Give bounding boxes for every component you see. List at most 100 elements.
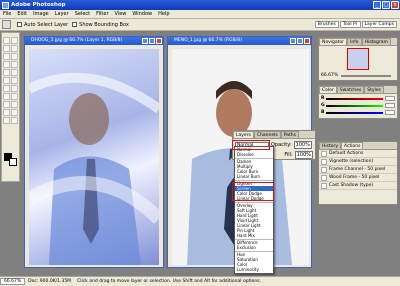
window-title: Adobe Photoshop xyxy=(11,2,66,8)
eyedropper-tool-icon[interactable] xyxy=(11,109,18,116)
color-g-field[interactable] xyxy=(385,103,395,108)
auto-select-checkbox[interactable]: Auto Select Layer xyxy=(17,22,68,28)
menu-view[interactable]: View xyxy=(112,11,130,17)
close-button[interactable]: × xyxy=(391,1,399,9)
tab-swatches[interactable]: Swatches xyxy=(336,86,365,93)
color-b-label: B xyxy=(321,110,325,115)
color-r-label: R xyxy=(321,96,325,101)
eraser-tool-icon[interactable] xyxy=(3,77,10,84)
navigator-palette: Navigator Info Histogram 66.67% xyxy=(318,37,398,81)
color-r-slider[interactable] xyxy=(326,97,383,100)
lasso-tool-icon[interactable] xyxy=(3,45,10,52)
blend-linear-burn[interactable]: Linear Burn xyxy=(235,174,273,179)
toolbox xyxy=(1,32,20,182)
action-item[interactable]: Cast Shadow (type) xyxy=(319,182,397,190)
doc2-maximize-icon[interactable] xyxy=(297,38,303,44)
status-doc-size[interactable]: Doc: 900.0K/1.35M xyxy=(25,279,74,284)
document-window-1[interactable]: DHOOG_1.jpg @ 66.7% (Layer 1, RGB/8) xyxy=(24,36,164,268)
well-tab-layer-comps[interactable]: Layer Comps xyxy=(361,21,397,28)
doc1-minimize-icon[interactable] xyxy=(142,38,148,44)
move-tool-icon[interactable] xyxy=(11,37,18,44)
action-item[interactable]: Frame Channel - 50 pixel xyxy=(319,166,397,174)
marquee-tool-icon[interactable] xyxy=(3,37,10,44)
minimize-button[interactable]: _ xyxy=(373,1,381,9)
slice-tool-icon[interactable] xyxy=(11,53,18,60)
document-2-title: MENO_1.jpg @ 66.7% (RGB/8) xyxy=(174,38,242,43)
opacity-field[interactable]: 100% xyxy=(293,141,312,149)
fill-field[interactable]: 100% xyxy=(294,151,313,159)
menu-filter[interactable]: Filter xyxy=(93,11,111,17)
mode-highlight-box xyxy=(232,140,270,150)
blur-tool-icon[interactable] xyxy=(3,85,10,92)
menu-edit[interactable]: Edit xyxy=(14,11,30,17)
hand-tool-icon[interactable] xyxy=(3,117,10,124)
clone-stamp-tool-icon[interactable] xyxy=(3,69,10,76)
navigator-thumbnail[interactable] xyxy=(347,48,369,70)
crop-tool-icon[interactable] xyxy=(3,53,10,60)
bounding-box-checkbox[interactable]: Show Bounding Box xyxy=(72,22,129,28)
document-1-titlebar[interactable]: DHOOG_1.jpg @ 66.7% (Layer 1, RGB/8) xyxy=(25,37,163,45)
color-palette: Color Swatches Styles R G B xyxy=(318,85,398,119)
color-g-label: G xyxy=(321,103,325,108)
background-color-swatch[interactable] xyxy=(9,158,17,166)
magic-wand-tool-icon[interactable] xyxy=(11,45,18,52)
tab-actions[interactable]: Actions xyxy=(341,142,364,149)
type-tool-icon[interactable] xyxy=(11,93,18,100)
actions-palette: History Actions Default Actions Vignette… xyxy=(318,141,398,205)
navigator-zoom-slider[interactable] xyxy=(341,74,392,77)
well-tab-tool-presets[interactable]: Tool Pr xyxy=(339,21,361,28)
move-tool-preset-icon[interactable] xyxy=(2,20,11,29)
color-b-slider[interactable] xyxy=(326,111,383,114)
well-tab-brushes[interactable]: Brushes xyxy=(314,21,339,28)
title-bar: Adobe Photoshop _ □ × xyxy=(0,0,400,10)
doc2-close-icon[interactable] xyxy=(304,38,310,44)
tab-histogram[interactable]: Histogram xyxy=(361,38,391,45)
document-2-titlebar[interactable]: MENO_1.jpg @ 66.7% (RGB/8) xyxy=(168,37,311,45)
man-photo-blended xyxy=(29,72,159,265)
blend-hard-mix[interactable]: Hard Mix xyxy=(235,233,273,238)
blend-exclusion[interactable]: Exclusion xyxy=(235,245,273,250)
tab-history[interactable]: History xyxy=(319,142,342,149)
menu-window[interactable]: Window xyxy=(129,11,155,17)
tab-paths[interactable]: Paths xyxy=(280,131,299,138)
blend-dissolve[interactable]: Dissolve xyxy=(235,152,273,157)
healing-brush-tool-icon[interactable] xyxy=(3,61,10,68)
menu-image[interactable]: Image xyxy=(30,11,52,17)
shape-tool-icon[interactable] xyxy=(11,101,18,108)
menu-file[interactable]: File xyxy=(0,11,14,17)
tab-info[interactable]: Info xyxy=(347,38,362,45)
action-item[interactable]: Wood Frame - 50 pixel xyxy=(319,174,397,182)
pen-tool-icon[interactable] xyxy=(3,101,10,108)
path-selection-tool-icon[interactable] xyxy=(3,93,10,100)
menu-select[interactable]: Select xyxy=(72,11,93,17)
doc2-minimize-icon[interactable] xyxy=(290,38,296,44)
color-g-slider[interactable] xyxy=(326,104,383,107)
history-brush-tool-icon[interactable] xyxy=(11,69,18,76)
menu-help[interactable]: Help xyxy=(155,11,172,17)
action-item[interactable]: Default Actions xyxy=(319,150,397,158)
status-zoom[interactable]: 66.67% xyxy=(0,278,26,285)
blend-luminosity[interactable]: Luminosity xyxy=(235,267,273,272)
tab-styles[interactable]: Styles xyxy=(364,86,384,93)
color-r-field[interactable] xyxy=(385,96,395,101)
doc1-maximize-icon[interactable] xyxy=(149,38,155,44)
status-hint: Click and drag to move layer or selectio… xyxy=(77,279,261,284)
blend-mode-dropdown: Normal Dissolve Darken Multiply Color Bu… xyxy=(234,146,274,274)
brush-tool-icon[interactable] xyxy=(11,61,18,68)
tab-channels[interactable]: Channels xyxy=(253,131,281,138)
tab-color[interactable]: Color xyxy=(319,86,337,93)
zoom-tool-icon[interactable] xyxy=(11,117,18,124)
tab-layers[interactable]: Layers xyxy=(233,131,254,138)
color-b-field[interactable] xyxy=(385,110,395,115)
dodge-tool-icon[interactable] xyxy=(11,85,18,92)
doc1-close-icon[interactable] xyxy=(156,38,162,44)
action-item[interactable]: Vignette (selection) xyxy=(319,158,397,166)
menu-layer[interactable]: Layer xyxy=(52,11,72,17)
document-1-canvas[interactable] xyxy=(29,49,159,265)
notes-tool-icon[interactable] xyxy=(3,109,10,116)
navigator-zoom-value[interactable]: 66.67% xyxy=(321,73,338,78)
maximize-button[interactable]: □ xyxy=(382,1,390,9)
gradient-tool-icon[interactable] xyxy=(11,77,18,84)
tab-navigator[interactable]: Navigator xyxy=(319,38,348,45)
fill-label: Fill: xyxy=(284,152,293,158)
